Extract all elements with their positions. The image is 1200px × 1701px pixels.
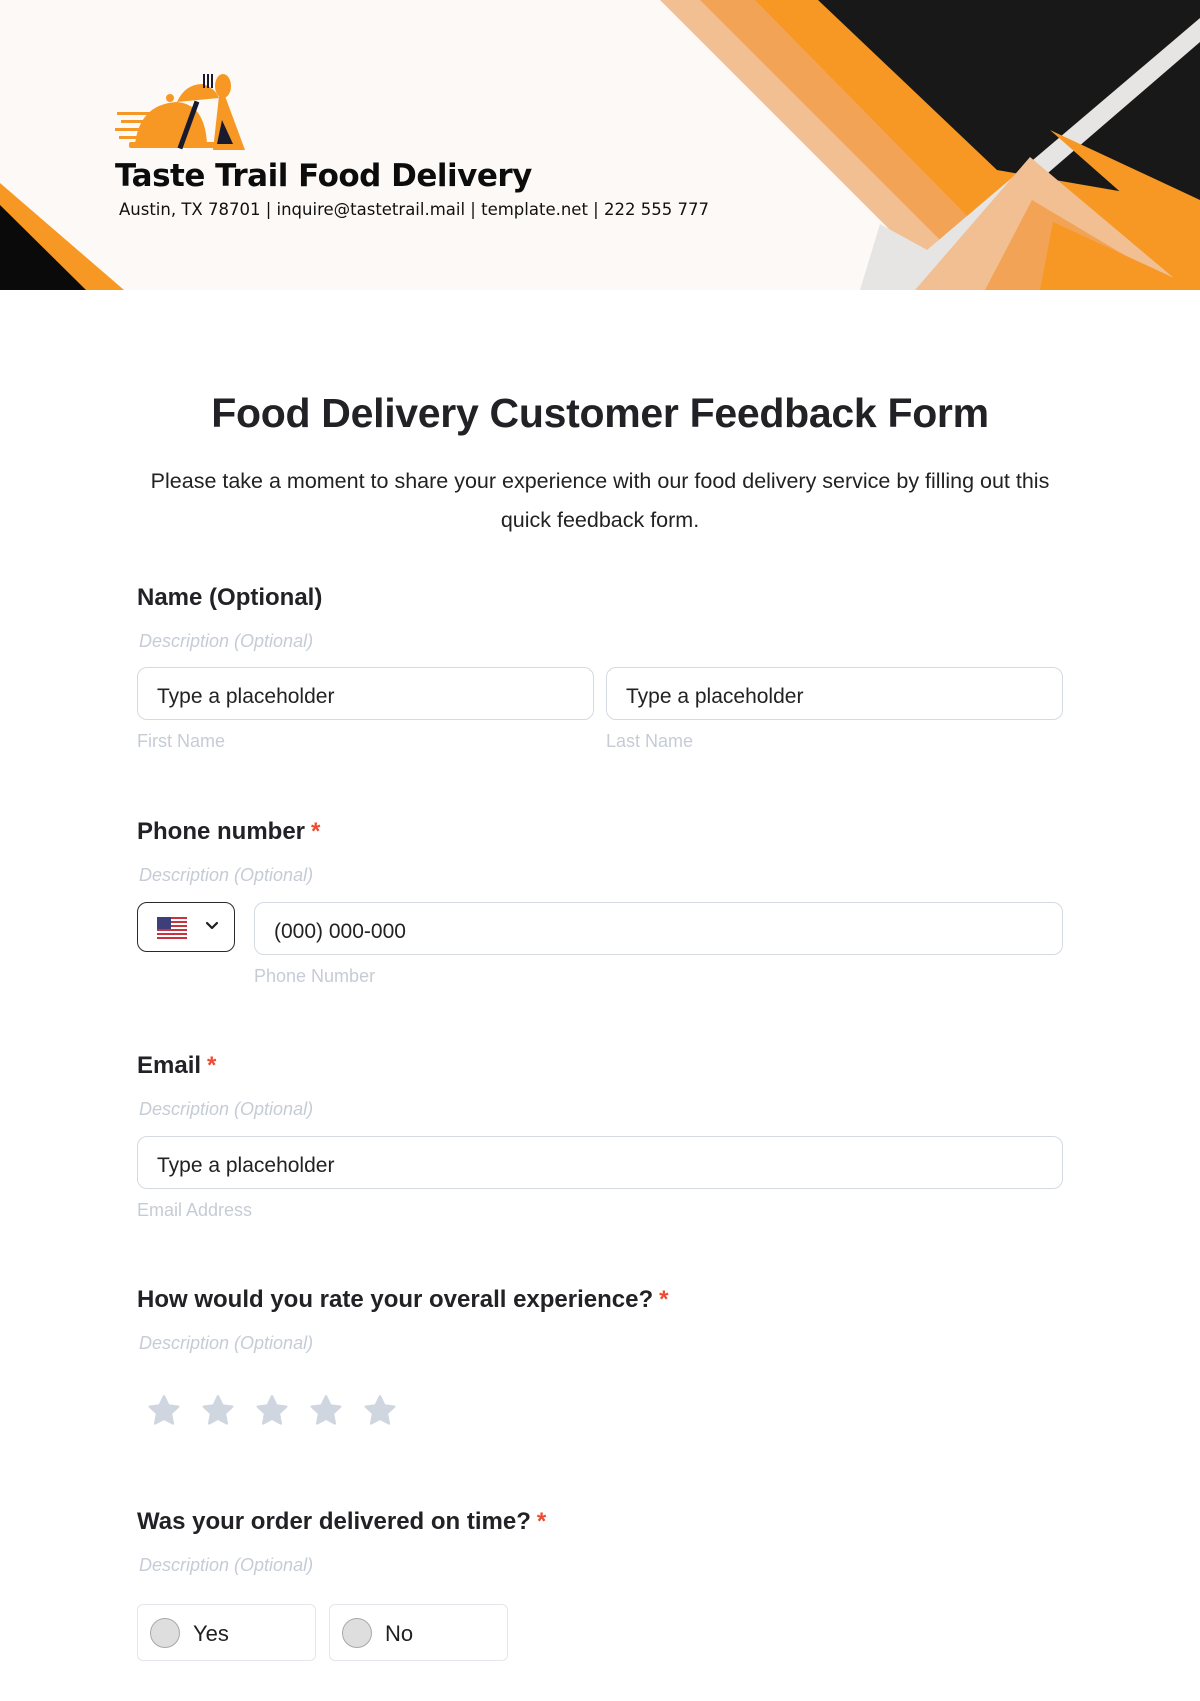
- form-title: Food Delivery Customer Feedback Form: [211, 390, 989, 436]
- required-asterisk: *: [311, 818, 321, 845]
- first-name-sublabel: First Name: [137, 731, 226, 751]
- phone-description: Description (Optional): [139, 865, 314, 885]
- email-sublabel: Email Address: [137, 1200, 253, 1220]
- on-time-description: Description (Optional): [139, 1555, 314, 1575]
- first-name-input[interactable]: Type a placeholder: [137, 667, 594, 720]
- radio-option-no[interactable]: No: [329, 1604, 508, 1661]
- star-icon[interactable]: [362, 1393, 398, 1429]
- rating-question-label: How would you rate your overall experien…: [137, 1286, 668, 1314]
- required-asterisk: *: [207, 1052, 217, 1079]
- radio-label: No: [385, 1621, 414, 1646]
- required-asterisk: *: [659, 1286, 669, 1313]
- star-icon[interactable]: [254, 1393, 290, 1429]
- phone-label-text: Phone number: [137, 818, 306, 845]
- phone-question-label: Phone number *: [137, 818, 320, 846]
- radio-button[interactable]: [342, 1618, 372, 1648]
- company-logo-icon: [115, 74, 245, 150]
- phone-number-input[interactable]: (000) 000-000: [254, 902, 1063, 955]
- last-name-input[interactable]: Type a placeholder: [606, 667, 1063, 720]
- email-input[interactable]: Type a placeholder: [137, 1136, 1063, 1189]
- on-time-label-text: Was your order delivered on time?: [137, 1508, 531, 1535]
- letterhead-header: Taste Trail Food Delivery Austin, TX 787…: [0, 0, 1200, 290]
- star-icon[interactable]: [308, 1393, 344, 1429]
- form-intro: Please take a moment to share your exper…: [150, 469, 1050, 532]
- radio-button[interactable]: [150, 1618, 180, 1648]
- rating-label-text: How would you rate your overall experien…: [137, 1286, 654, 1313]
- chevron-down-icon: [205, 921, 219, 930]
- name-question-label: Name (Optional): [137, 584, 322, 612]
- phone-number-sublabel: Phone Number: [254, 966, 376, 986]
- name-description: Description (Optional): [139, 631, 314, 651]
- email-description: Description (Optional): [139, 1099, 314, 1119]
- rating-description: Description (Optional): [139, 1333, 314, 1353]
- email-question-label: Email *: [137, 1052, 216, 1080]
- us-flag-icon: [157, 917, 187, 939]
- star-icon[interactable]: [200, 1393, 236, 1429]
- radio-option-yes[interactable]: Yes: [137, 1604, 316, 1661]
- radio-label: Yes: [193, 1621, 229, 1646]
- required-asterisk: *: [536, 1508, 547, 1535]
- star-icon[interactable]: [146, 1393, 182, 1429]
- on-time-question-label: Was your order delivered on time? *: [137, 1508, 546, 1536]
- star-rating[interactable]: [146, 1393, 398, 1429]
- last-name-sublabel: Last Name: [606, 731, 694, 751]
- company-contact-info: Austin, TX 78701 | inquire@tastetrail.ma…: [119, 200, 709, 219]
- company-name: Taste Trail Food Delivery: [115, 158, 532, 194]
- country-code-select[interactable]: [137, 902, 235, 952]
- name-label-text: Name (Optional): [137, 584, 323, 611]
- email-label-text: Email: [137, 1052, 202, 1079]
